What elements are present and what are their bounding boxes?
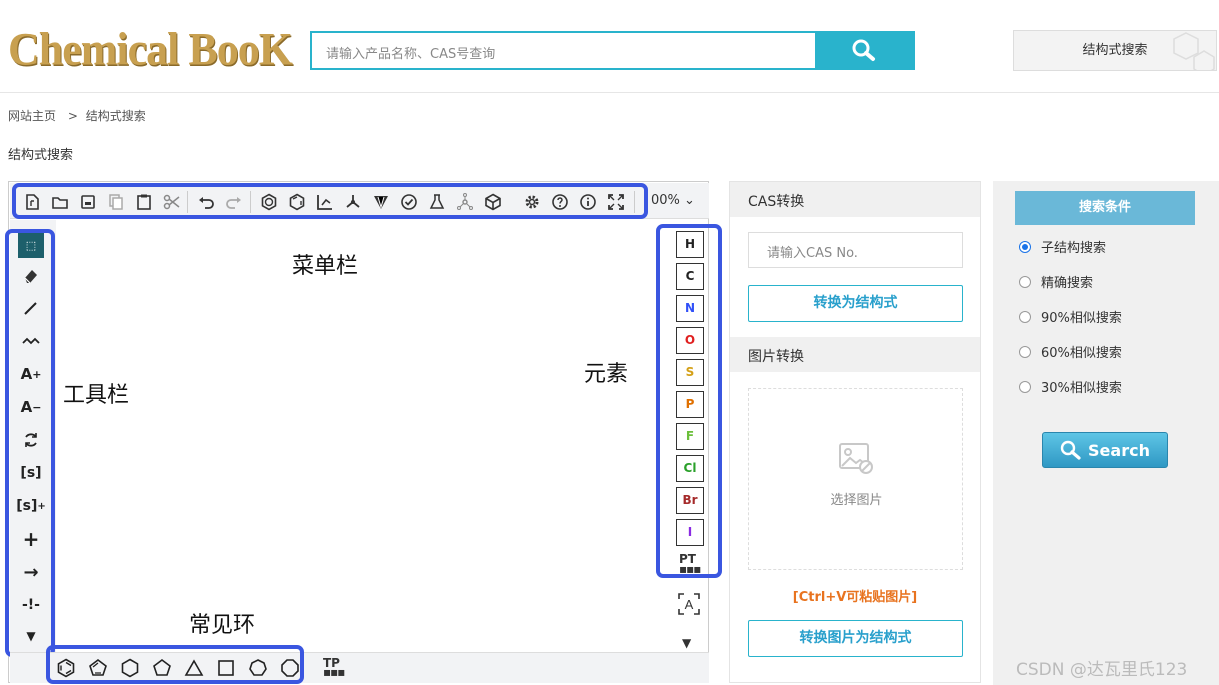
search-option-label: 90%相似搜索 — [1041, 311, 1122, 326]
search-icon — [852, 39, 875, 61]
cas-convert-panel: CAS转换 请输入CAS No. 转换为结构式 图片转换 选择图片 [Ctrl+… — [729, 181, 981, 683]
drawing-canvas[interactable] — [56, 220, 656, 652]
structure-search-label: 结构式搜索 — [1082, 43, 1148, 58]
search-option-label: 60%相似搜索 — [1041, 346, 1122, 361]
select-image-label: 选择图片 — [830, 493, 883, 508]
page-title: 结构式搜索 — [8, 148, 74, 163]
menu-bar-highlight — [12, 183, 648, 219]
product-search-input[interactable]: 请输入产品名称、CAS号查询 — [310, 31, 816, 70]
cas-panel-title: CAS转换 — [730, 182, 980, 217]
search-button-label: Search — [1088, 440, 1150, 460]
zoom-select[interactable]: 00% ⌄ — [651, 193, 695, 208]
search-option-2[interactable]: 90%相似搜索 — [1019, 307, 1122, 326]
image-panel-title: 图片转换 — [730, 337, 980, 372]
radio-button[interactable] — [1019, 275, 1031, 288]
common-rings-highlight — [46, 645, 304, 684]
search-option-3[interactable]: 60%相似搜索 — [1019, 342, 1122, 361]
search-option-label: 精确搜索 — [1041, 276, 1094, 291]
search-option-label: 30%相似搜索 — [1041, 381, 1122, 396]
structure-search-button[interactable]: 结构式搜索 — [1013, 30, 1217, 71]
breadcrumb: 网站主页 > 结构式搜索 — [8, 107, 146, 124]
breadcrumb-current: 结构式搜索 — [85, 109, 146, 123]
text-tool-icon[interactable]: A — [676, 591, 702, 617]
image-drop-zone[interactable]: 选择图片 — [748, 388, 963, 570]
structure-editor[interactable]: 00% ⌄ ⬚ A + A − [s] [s] + + → -!- ▼ 菜单栏 工具栏… — [5, 181, 722, 684]
radio-button[interactable] — [1019, 240, 1031, 253]
search-submit-button[interactable]: Search — [1042, 432, 1168, 468]
breadcrumb-home[interactable]: 网站主页 — [8, 109, 56, 123]
toolbar-annotation: 工具栏 — [63, 383, 130, 408]
radio-button[interactable] — [1019, 380, 1031, 393]
search-option-1[interactable]: 精确搜索 — [1019, 272, 1093, 291]
svg-text:A: A — [685, 597, 694, 612]
watermark: CSDN @达瓦里氏123 — [1016, 660, 1188, 680]
search-button[interactable] — [815, 31, 915, 70]
image-placeholder-icon — [839, 443, 873, 474]
zoom-value: 00% — [651, 193, 680, 208]
search-conditions-panel: 搜索条件 子结构搜索精确搜索 90%相似搜索 60%相似搜索 30%相似搜索 Sear… — [993, 181, 1219, 685]
template-button[interactable]: TP ▪▪▪ — [323, 657, 345, 678]
elements-annotation: 元素 — [584, 362, 629, 387]
chemicalbook-logo[interactable]: Chemical BooK — [8, 23, 293, 77]
header-divider — [0, 92, 1219, 93]
search-option-0[interactable]: 子结构搜索 — [1019, 237, 1106, 256]
more-down-icon[interactable]: ▼ — [682, 636, 691, 650]
search-icon — [1060, 440, 1081, 460]
elements-highlight — [656, 224, 722, 578]
breadcrumb-separator: > — [67, 109, 78, 123]
search-conditions-title: 搜索条件 — [1015, 191, 1195, 225]
molecule-decoration-icon — [1173, 32, 1215, 70]
toolbar-highlight — [5, 229, 55, 657]
search-option-4[interactable]: 30%相似搜索 — [1019, 377, 1122, 396]
menu-bar-annotation: 菜单栏 — [292, 254, 359, 279]
chevron-down-icon: ⌄ — [684, 193, 695, 208]
convert-cas-button[interactable]: 转换为结构式 — [748, 285, 963, 322]
radio-button[interactable] — [1019, 310, 1031, 323]
common-rings-annotation: 常见环 — [189, 613, 256, 638]
radio-button[interactable] — [1019, 345, 1031, 358]
search-option-label: 子结构搜索 — [1041, 241, 1107, 256]
convert-image-button[interactable]: 转换图片为结构式 — [748, 620, 963, 657]
paste-hint: [Ctrl+V可粘贴图片] — [792, 590, 918, 605]
cas-input[interactable]: 请输入CAS No. — [748, 232, 963, 268]
